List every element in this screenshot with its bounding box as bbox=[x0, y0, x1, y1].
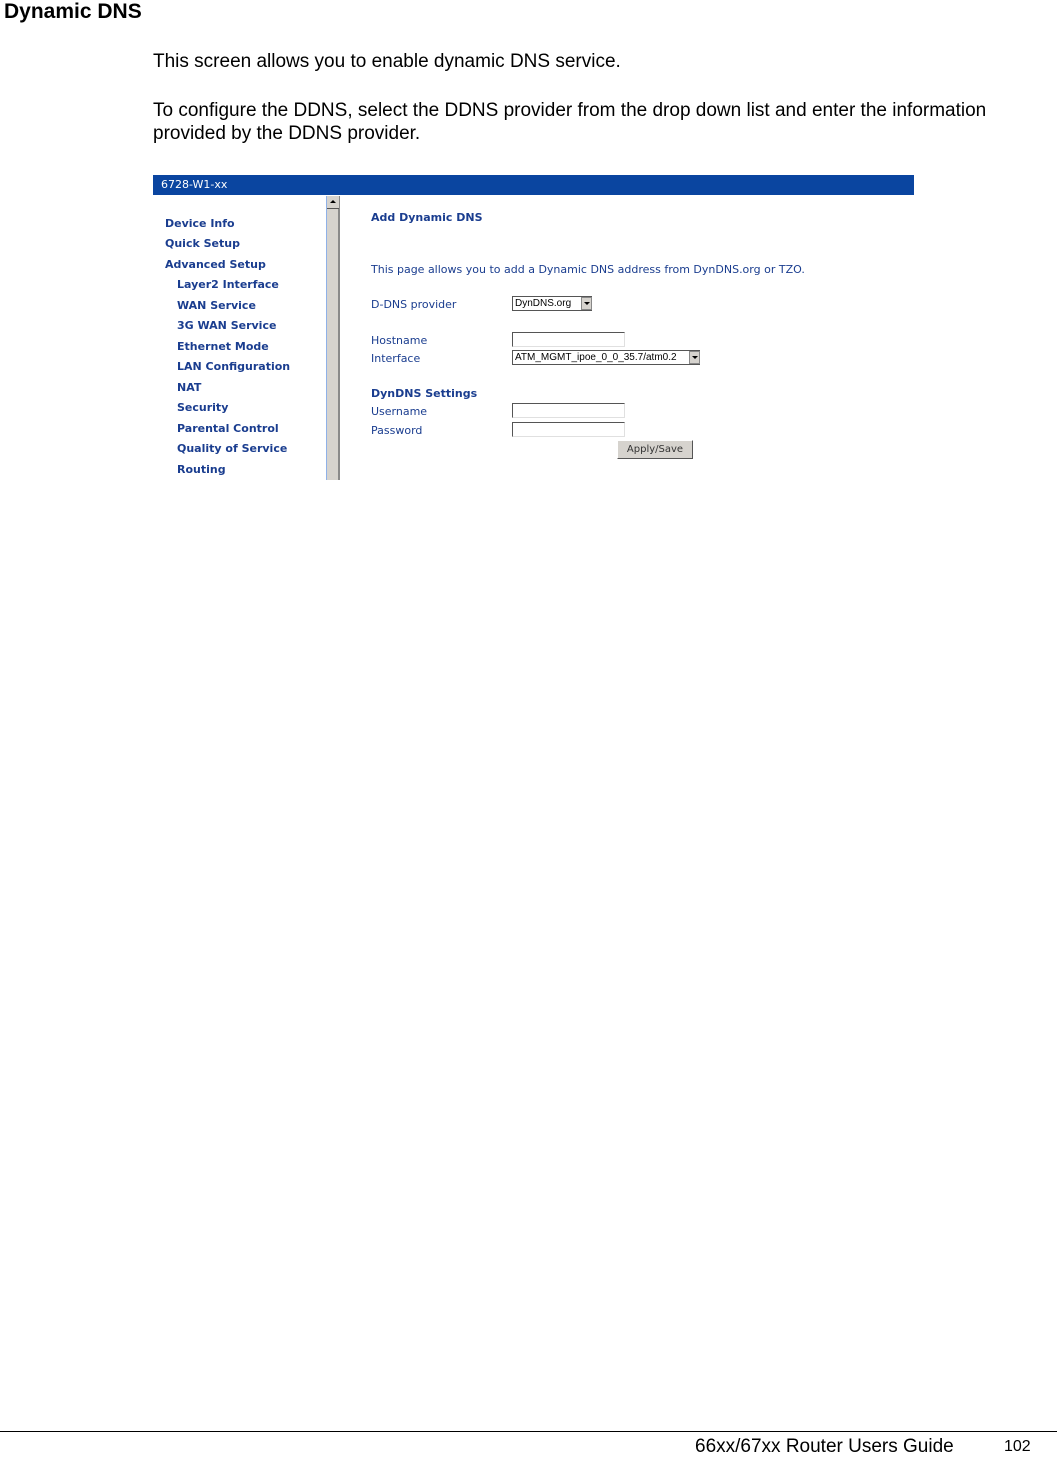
password-input[interactable] bbox=[512, 422, 625, 437]
hostname-label: Hostname bbox=[371, 334, 428, 347]
interface-select-value: ATM_MGMT_ipoe_0_0_35.7/atm0.2 bbox=[515, 352, 677, 363]
footer-page-number: 102 bbox=[1004, 1438, 1031, 1455]
sidebar-item-routing[interactable]: Routing bbox=[177, 463, 226, 476]
sidebar-item-3g-wan-service[interactable]: 3G WAN Service bbox=[177, 319, 276, 332]
sidebar-nav: Device Info Quick Setup Advanced Setup L… bbox=[153, 195, 325, 480]
username-input[interactable] bbox=[512, 403, 625, 418]
sidebar-item-ethernet-mode[interactable]: Ethernet Mode bbox=[177, 340, 269, 353]
form-description: This page allows you to add a Dynamic DN… bbox=[371, 263, 805, 276]
add-ddns-form: Add Dynamic DNS This page allows you to … bbox=[371, 195, 911, 480]
sidebar-item-quality-of-service[interactable]: Quality of Service bbox=[177, 442, 287, 455]
sidebar-item-lan-configuration[interactable]: LAN Configuration bbox=[177, 360, 290, 373]
username-label: Username bbox=[371, 405, 428, 418]
sidebar-item-quick-setup[interactable]: Quick Setup bbox=[165, 237, 240, 250]
footer-divider bbox=[0, 1431, 1057, 1432]
provider-select-value: DynDNS.org bbox=[515, 298, 572, 309]
interface-label: Interface bbox=[371, 352, 421, 365]
intro-paragraph: This screen allows you to enable dynamic… bbox=[153, 51, 621, 72]
instructions-paragraph: To configure the DDNS, select the DDNS p… bbox=[153, 100, 987, 144]
sidebar-item-wan-service[interactable]: WAN Service bbox=[177, 299, 256, 312]
sidebar-scrollbar[interactable] bbox=[326, 196, 340, 480]
sidebar-item-parental-control[interactable]: Parental Control bbox=[177, 422, 279, 435]
provider-select[interactable]: DynDNS.org bbox=[512, 296, 592, 311]
sidebar-item-advanced-setup[interactable]: Advanced Setup bbox=[165, 258, 266, 271]
provider-label: D-DNS provider bbox=[371, 298, 457, 311]
sidebar-item-layer2-interface[interactable]: Layer2 Interface bbox=[177, 278, 279, 291]
window-title-bar: 6728-W1-xx bbox=[153, 175, 914, 195]
scroll-up-arrow-icon[interactable] bbox=[327, 196, 339, 209]
chevron-down-icon bbox=[689, 351, 700, 364]
apply-save-button[interactable]: Apply/Save bbox=[617, 440, 693, 459]
sidebar-item-nat[interactable]: NAT bbox=[177, 381, 201, 394]
sidebar-item-security[interactable]: Security bbox=[177, 401, 228, 414]
form-title: Add Dynamic DNS bbox=[371, 211, 483, 224]
router-ui-screenshot: 6728-W1-xx Device Info Quick Setup Advan… bbox=[153, 175, 914, 480]
password-label: Password bbox=[371, 424, 423, 437]
chevron-down-icon bbox=[581, 297, 592, 310]
page-heading: Dynamic DNS bbox=[4, 0, 142, 23]
interface-select[interactable]: ATM_MGMT_ipoe_0_0_35.7/atm0.2 bbox=[512, 350, 700, 365]
sidebar-item-device-info[interactable]: Device Info bbox=[165, 217, 235, 230]
dyndns-settings-heading: DynDNS Settings bbox=[371, 387, 478, 400]
hostname-input[interactable] bbox=[512, 332, 625, 347]
footer-guide-title: 66xx/67xx Router Users Guide bbox=[695, 1436, 954, 1457]
